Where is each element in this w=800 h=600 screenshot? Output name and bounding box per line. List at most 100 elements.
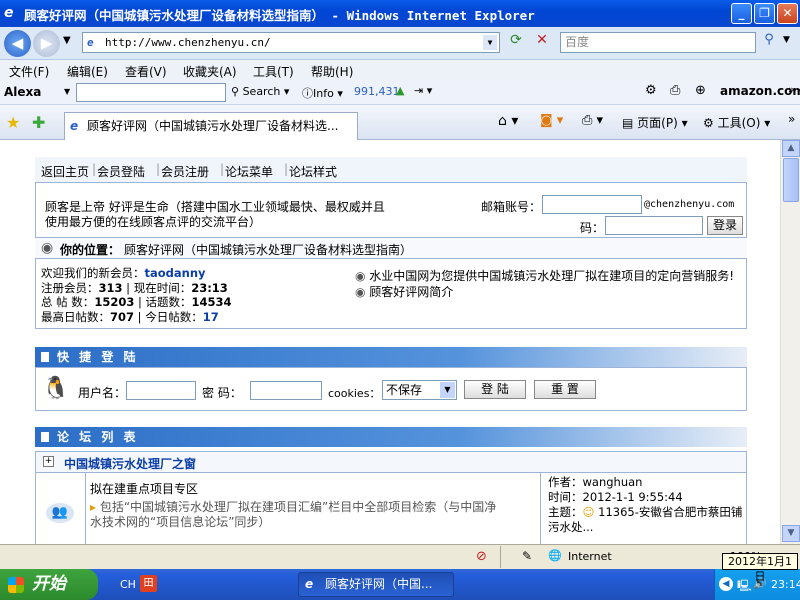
minimize-button[interactable]: _ [731, 3, 752, 24]
clock[interactable]: 23:14 [771, 578, 800, 591]
page-menu[interactable]: ▤ 页面(P) ▾ [622, 114, 688, 131]
nav-login[interactable]: 会员登陆 [97, 163, 145, 180]
current-time: 23:13 [191, 280, 228, 295]
printer-icon[interactable]: ⎙ ▾ [582, 113, 603, 128]
add-favorites-icon[interactable]: ✚ [32, 113, 45, 132]
language-indicator[interactable]: CH [120, 578, 136, 591]
url-text: http://www.chenzhenyu.cn/ [105, 36, 271, 49]
url-input[interactable]: e http://www.chenzhenyu.cn/ ▼ [82, 32, 500, 53]
redirect-icon[interactable]: ⇥ ▾ [414, 84, 432, 97]
globe-icon[interactable]: ⊕ [695, 83, 706, 98]
scroll-up-icon[interactable]: ▲ [782, 140, 800, 157]
alexa-brand[interactable]: Alexa [4, 85, 41, 99]
chevron-more-icon[interactable]: » [788, 83, 795, 96]
ime-icon[interactable]: ⽥ [140, 575, 157, 592]
reset-button[interactable]: 重 置 [534, 380, 596, 399]
today-label: 今日帖数： [145, 309, 203, 324]
cookies-select[interactable]: 不保存 ▼ [382, 380, 457, 400]
tab-current[interactable]: e 顾客好评网（中国城镇污水处理厂设备材料选... [64, 112, 358, 140]
expand-icon[interactable]: + [43, 456, 54, 467]
popup-blocked-icon[interactable]: ⊘ [476, 549, 487, 564]
category-link[interactable]: 中国城镇污水处理厂之窗 [64, 455, 196, 472]
qq-penguin-icon: 🐧 [42, 376, 70, 401]
home-icon[interactable]: ⌂ ▾ [498, 113, 518, 129]
search-options-icon[interactable]: ▼ [783, 35, 790, 45]
password-input[interactable] [605, 216, 703, 235]
alexa-search-button[interactable]: ⚲ Search ▾ [231, 85, 289, 98]
search-input[interactable]: 百度 [560, 32, 756, 53]
taskbar: 开始 CH ⽥ e 顾客好评网（中国... ◀ 🖳 🔊 23:14 [0, 569, 800, 600]
close-button[interactable]: ✕ [777, 3, 798, 24]
menu-view[interactable]: 查看(V) [125, 63, 167, 80]
cookies-value: 不保存 [386, 383, 423, 397]
start-button[interactable]: 开始 [0, 569, 98, 600]
author-link[interactable]: wanghuan [583, 475, 643, 489]
feeds-icon[interactable]: ◙ ▾ [540, 113, 563, 128]
menu-bar: 文件(F) 编辑(E) 查看(V) 收藏夹(A) 工具(T) 帮助(H) [0, 60, 800, 81]
menu-favorites[interactable]: 收藏夹(A) [183, 63, 237, 80]
vertical-scrollbar[interactable]: ▲ ▼ [780, 140, 800, 544]
nav-menu[interactable]: 论坛菜单 [225, 163, 273, 180]
tray-expand-icon[interactable]: ◀ [719, 577, 733, 591]
board-title-link[interactable]: 拟在建重点项目专区 [90, 480, 198, 497]
menu-help[interactable]: 帮助(H) [311, 63, 353, 80]
tab-ie-icon: e [70, 119, 79, 133]
start-label: 开始 [32, 574, 66, 594]
last-time: 2012-1-1 9:55:44 [582, 490, 683, 504]
header-login-button[interactable]: 登录 [707, 216, 743, 235]
speaker-icon: ◉ [355, 269, 370, 283]
title-bar: e 顾客好评网（中国城镇污水处理厂设备材料选型指南） - Windows Int… [0, 0, 800, 27]
menu-edit[interactable]: 编辑(E) [67, 63, 108, 80]
nav-home[interactable]: 返回主页 [41, 163, 89, 180]
url-dropdown-icon[interactable]: ▼ [483, 35, 497, 50]
quick-login-title: 快 捷 登 陆 [57, 350, 139, 364]
back-button[interactable]: ◀ [4, 30, 31, 57]
speaker-icon: ◉ [355, 285, 370, 299]
password-label: 码： [580, 221, 605, 235]
quick-login-button[interactable]: 登 陆 [464, 380, 526, 399]
alexa-search-input[interactable] [76, 83, 226, 102]
new-member-link[interactable]: taodanny [145, 266, 206, 280]
page-menu-icon: ▤ [622, 116, 634, 130]
subject-label: 主题： [548, 505, 583, 519]
history-dropdown-icon[interactable]: ▼ [63, 35, 71, 46]
quick-login-header: 快 捷 登 陆 [35, 347, 747, 367]
network-icon[interactable]: 🖳 [737, 577, 752, 596]
menu-tools[interactable]: 工具(T) [253, 63, 294, 80]
tools-menu[interactable]: ⚙ 工具(O) ▾ [703, 114, 770, 131]
notice-text: 顾客好评网简介 [369, 285, 454, 299]
location-link[interactable]: 顾客好评网（中国城镇污水处理厂设备材料选型指南） [124, 241, 412, 258]
status-bar: ⊘ ✎ 🌐 Internet 100% [0, 544, 800, 569]
address-bar: ◀ ▶ ▼ e http://www.chenzhenyu.cn/ ▼ ⟳ ✕ … [0, 27, 800, 60]
refresh-icon[interactable]: ⟳ [505, 32, 527, 53]
nav-register[interactable]: 会员注册 [161, 163, 209, 180]
nav-style[interactable]: 论坛样式 [289, 163, 337, 180]
favorites-star-icon[interactable]: ★ [6, 113, 20, 132]
time-label: 现在时间： [133, 280, 192, 295]
magnifier-icon: ⚲ [231, 85, 240, 98]
notice-item[interactable]: ◉ 顾客好评网简介 [355, 284, 735, 300]
scroll-down-icon[interactable]: ▼ [782, 525, 800, 542]
alexa-info-button[interactable]: ⓘInfo ▾ [302, 85, 343, 101]
notice-text: 水业中国网为您提供中国城镇污水处理厂拟在建项目的定向营销服务! [369, 269, 735, 283]
stop-icon[interactable]: ✕ [531, 32, 553, 53]
welcome-label: 欢迎我们的新会员： [41, 266, 145, 280]
internet-zone-icon: 🌐 [548, 549, 562, 562]
alexa-dropdown-icon[interactable]: ▼ [64, 87, 70, 96]
status-divider [500, 546, 501, 568]
menu-file[interactable]: 文件(F) [9, 63, 49, 80]
email-input[interactable] [542, 195, 642, 214]
task-ie-icon: e [305, 577, 314, 591]
tabbar-more-icon[interactable]: » [788, 112, 795, 126]
quick-password-input[interactable] [250, 381, 322, 400]
print-icon[interactable]: ⎙ [670, 83, 680, 98]
forward-button[interactable]: ▶ [33, 30, 60, 57]
compare-icon[interactable]: ⚙ [645, 83, 657, 98]
notice-item[interactable]: ◉ 水业中国网为您提供中国城镇污水处理厂拟在建项目的定向营销服务! [355, 268, 735, 284]
maximize-button[interactable]: ❐ [754, 3, 775, 24]
taskbar-ie-window[interactable]: e 顾客好评网（中国... [298, 572, 454, 597]
quick-username-input[interactable] [126, 381, 196, 400]
gear-icon: ⚙ [703, 116, 714, 130]
search-icon[interactable]: ⚲ [758, 32, 780, 53]
scroll-thumb[interactable] [783, 158, 799, 202]
